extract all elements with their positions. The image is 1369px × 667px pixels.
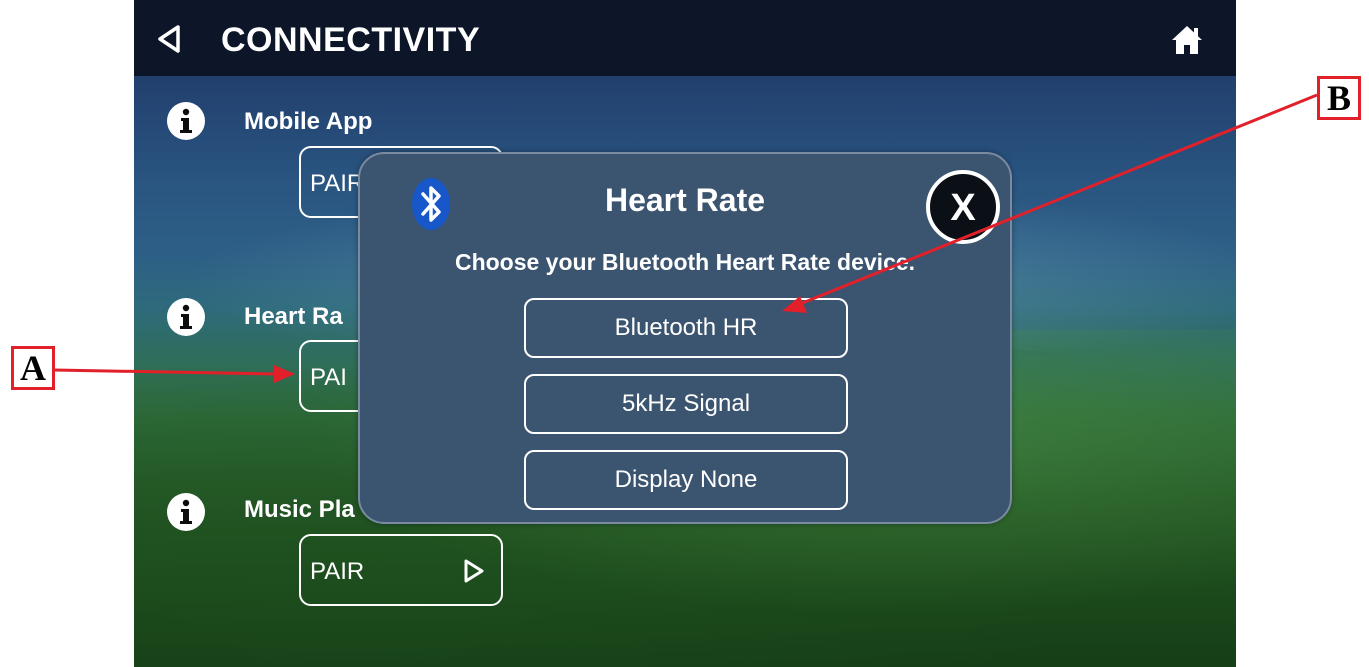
callout-arrows — [53, 93, 1318, 383]
arrow-b-head — [782, 296, 807, 313]
arrow-a-head — [274, 365, 295, 383]
arrow-a-line — [53, 368, 279, 376]
callout-a: A — [11, 346, 55, 390]
arrow-b-line — [799, 93, 1318, 306]
callout-b: B — [1317, 76, 1361, 120]
